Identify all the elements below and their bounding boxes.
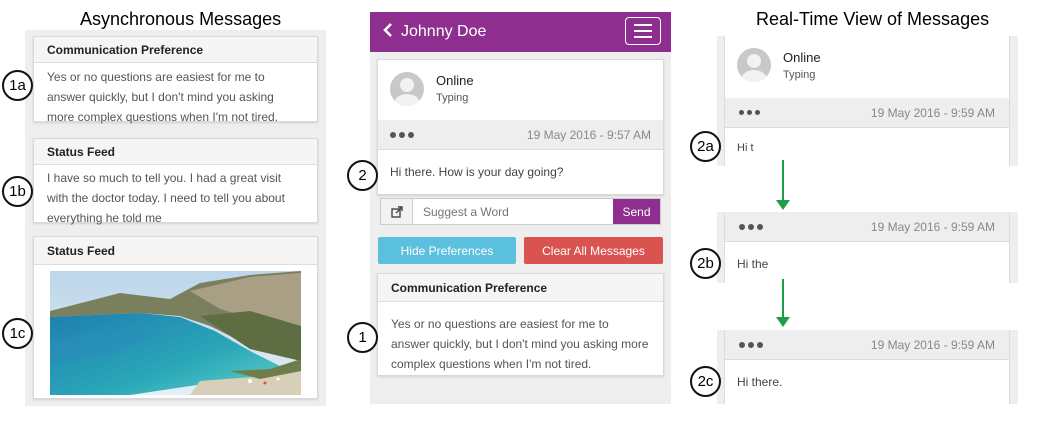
- typing-dots-icon: [739, 110, 760, 115]
- typing-dots-icon: [390, 131, 414, 138]
- label-2b: 2b: [690, 248, 721, 279]
- avatar: [737, 48, 771, 82]
- message-meta-bar: 19 May 2016 - 9:57 AM: [378, 120, 663, 150]
- card-title: Communication Preference: [378, 274, 663, 302]
- label-2a: 2a: [690, 131, 721, 162]
- typing-status: Typing: [783, 69, 816, 81]
- label-2c: 2c: [690, 366, 721, 397]
- clear-all-messages-button[interactable]: Clear All Messages: [524, 237, 663, 264]
- message-timestamp: 19 May 2016 - 9:57 AM: [526, 127, 651, 142]
- share-icon[interactable]: [381, 199, 413, 224]
- message-text: Hi the: [737, 257, 769, 271]
- message-meta-bar: 19 May 2016 - 9:59 AM: [725, 330, 1009, 360]
- card-body: I have so much to tell you. I had a grea…: [47, 171, 285, 225]
- avatar: [390, 72, 424, 106]
- communication-preference-card: Communication Preference Yes or no quest…: [33, 36, 318, 124]
- arrow-down-icon: [776, 279, 790, 327]
- online-status: Online: [783, 50, 821, 65]
- typing-dots-icon: [739, 341, 763, 348]
- status-feed-image-card: Status Feed: [33, 236, 318, 399]
- async-section-title: Asynchronous Messages: [80, 9, 282, 29]
- label-1b: 1b: [2, 176, 33, 207]
- message-timestamp: 19 May 2016 - 9:59 AM: [870, 219, 995, 234]
- card-title: Status Feed: [34, 139, 317, 165]
- card-title: Status Feed: [34, 237, 317, 265]
- communication-preference-card: Communication Preference Yes or no quest…: [377, 273, 664, 376]
- card-body: Yes or no questions are easiest for me t…: [391, 317, 649, 371]
- chat-card: Online Typing 19 May 2016 - 9:57 AM Hi t…: [377, 59, 664, 195]
- message-timestamp: 19 May 2016 - 9:59 AM: [870, 105, 995, 120]
- realtime-step-b: 19 May 2016 - 9:59 AM Hi the: [724, 212, 1010, 283]
- status-feed-card: Status Feed I have so much to tell you. …: [33, 138, 318, 225]
- message-text: Hi there. How is your day going?: [390, 165, 564, 179]
- suggest-input-group: Send: [380, 198, 661, 225]
- online-status: Online: [436, 73, 474, 88]
- app-header: Johnny Doe: [370, 12, 671, 52]
- message-meta-bar: 19 May 2016 - 9:59 AM: [725, 98, 1009, 128]
- chevron-left-icon[interactable]: [383, 22, 393, 42]
- arrow-down-icon: [776, 160, 790, 210]
- label-2: 2: [347, 160, 378, 191]
- message-text: Hi t: [737, 142, 754, 154]
- suggest-word-input[interactable]: [413, 199, 613, 224]
- realtime-step-a: Online Typing 19 May 2016 - 9:59 AM Hi t: [724, 36, 1010, 166]
- message-text: Hi there.: [737, 375, 783, 389]
- send-button[interactable]: Send: [613, 199, 660, 224]
- realtime-step-c: 19 May 2016 - 9:59 AM Hi there.: [724, 330, 1010, 404]
- hamburger-menu-icon[interactable]: [625, 17, 661, 45]
- typing-dots-icon: [739, 223, 763, 230]
- realtime-section-title: Real-Time View of Messages: [756, 9, 990, 29]
- label-1a: 1a: [2, 70, 33, 101]
- card-body: Yes or no questions are easiest for me t…: [47, 70, 279, 124]
- beach-photo: [50, 271, 301, 395]
- message-timestamp: 19 May 2016 - 9:59 AM: [870, 337, 995, 352]
- typing-status: Typing: [436, 92, 469, 104]
- label-1c: 1c: [2, 318, 33, 349]
- contact-name[interactable]: Johnny Doe: [401, 23, 486, 41]
- hide-preferences-button[interactable]: Hide Preferences: [378, 237, 516, 264]
- message-meta-bar: 19 May 2016 - 9:59 AM: [725, 212, 1009, 242]
- label-1: 1: [347, 322, 378, 353]
- card-title: Communication Preference: [34, 37, 317, 63]
